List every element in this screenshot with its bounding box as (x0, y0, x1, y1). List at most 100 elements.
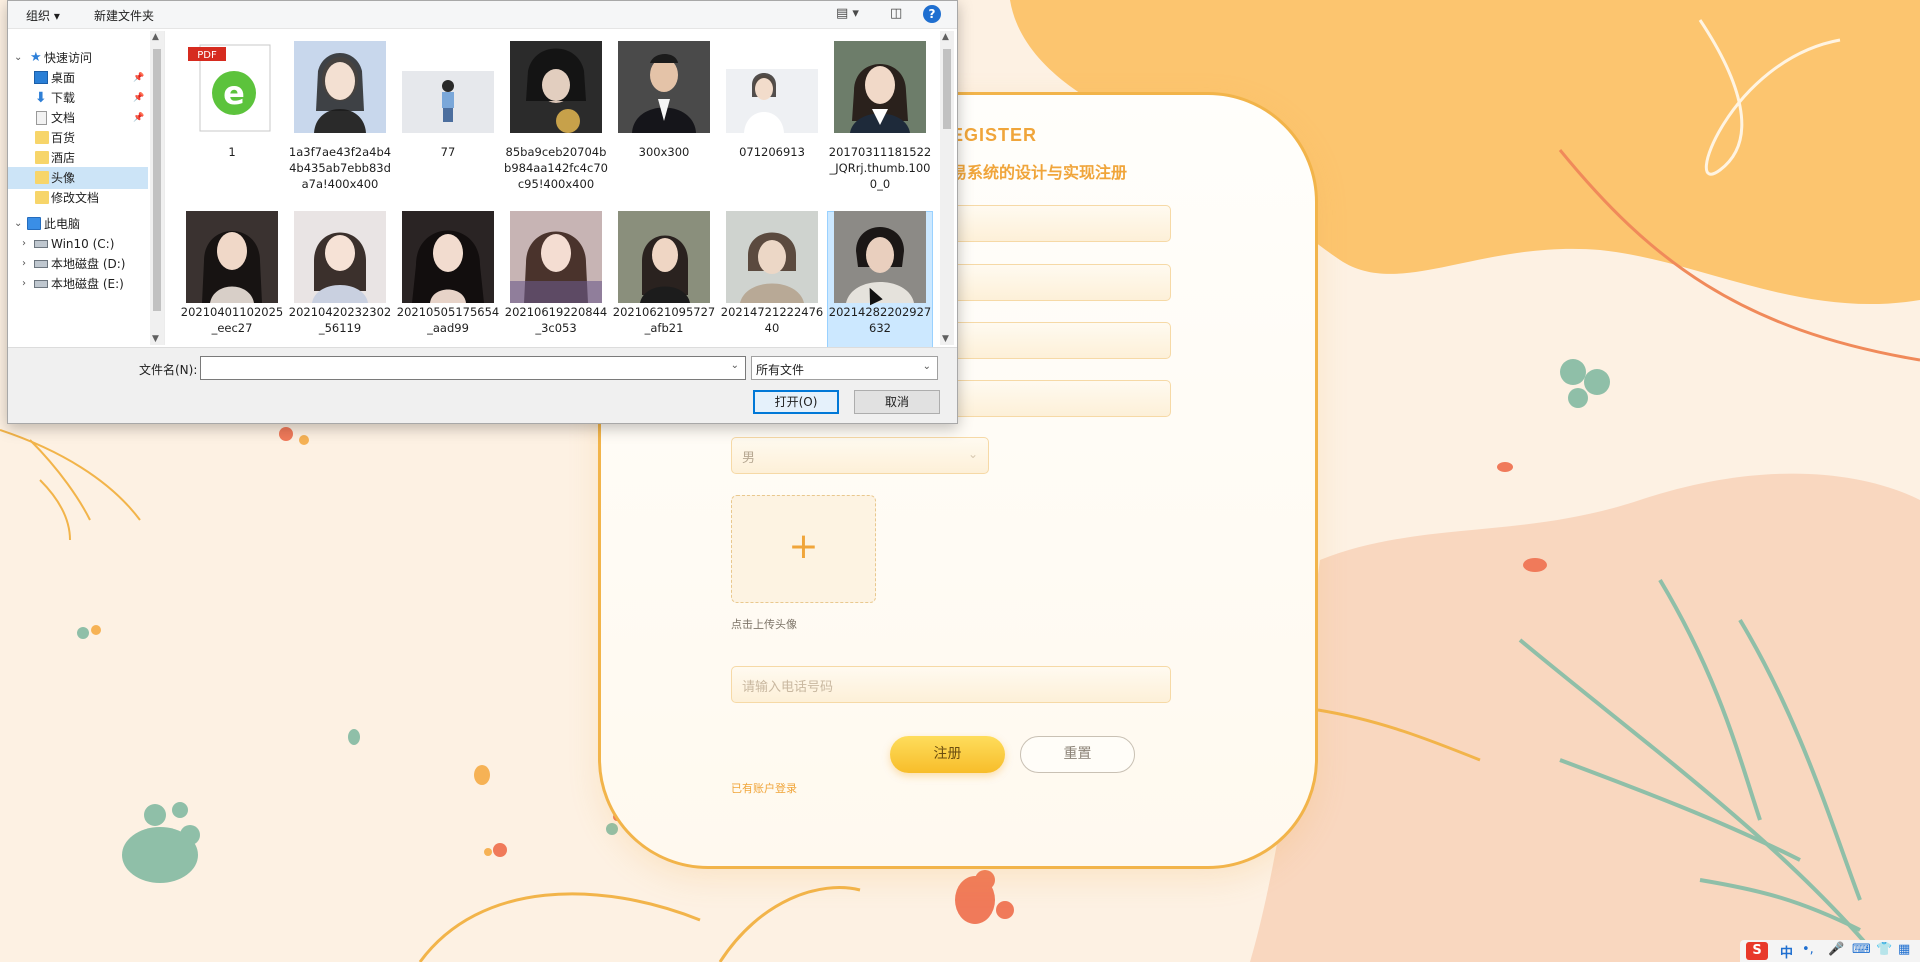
photo-thumbnail (834, 41, 926, 133)
nav-label: 此电脑 (44, 217, 81, 231)
folder-icon (35, 171, 49, 184)
pin-icon: 📌 (133, 93, 145, 103)
scroll-up-icon[interactable]: ▲ (152, 32, 159, 42)
preview-pane-icon[interactable]: ◫ (890, 6, 902, 21)
plus-icon: + (788, 526, 819, 567)
cancel-button[interactable]: 取消 (854, 390, 940, 414)
nav-item-avatar[interactable]: 头像 (8, 167, 148, 189)
toolbox-grid-icon[interactable]: ▦ (1898, 942, 1910, 957)
ime-tray: S 中 •, 🎤 ⌨ 👕 ▦ (1740, 940, 1920, 962)
nav-label: 桌面 (51, 71, 76, 85)
chevron-right-icon: › (22, 238, 26, 249)
chevron-down-icon: ⌄ (14, 52, 23, 63)
nav-label: 下载 (51, 91, 76, 105)
card-subtitle: 易系统的设计与实现注册 (951, 163, 1128, 182)
scroll-thumb[interactable] (153, 49, 161, 311)
file-type-select[interactable]: 所有文件 ⌄ (751, 356, 938, 380)
photo-thumbnail (294, 41, 386, 133)
file-name: 20170311181522_JQRrj.thumb.1000_0 (828, 145, 932, 191)
photo-thumbnail (726, 211, 818, 303)
nav-item-edit-docs[interactable]: 修改文档 (8, 187, 148, 209)
nav-label: Win10 (C:) (51, 237, 115, 251)
nav-label: 本地磁盘 (D:) (51, 257, 126, 271)
photo-thumbnail (186, 211, 278, 303)
punctuation-icon[interactable]: •, (1802, 942, 1814, 957)
ie-file-icon: e PDF (188, 44, 271, 132)
nav-drive-e[interactable]: › 本地磁盘 (E:) (8, 273, 148, 295)
photo-thumbnail (834, 211, 926, 303)
dialog-footer: 文件名(N): ⌄ 所有文件 ⌄ 打开(O) 取消 (8, 347, 957, 423)
ime-mode-toggle[interactable]: 中 (1780, 942, 1793, 961)
organize-menu[interactable]: 组织 ▾ (26, 7, 60, 24)
view-options-icon[interactable]: ▤ ▾ (836, 6, 859, 21)
new-folder-button[interactable]: 新建文件夹 (94, 7, 154, 24)
phone-field[interactable]: 请输入电话号码 (731, 666, 1171, 703)
filename-label: 文件名(N): (139, 363, 198, 377)
open-button[interactable]: 打开(O) (753, 390, 839, 414)
folder-icon (35, 191, 49, 204)
nav-item-baihuo[interactable]: 百货 (8, 127, 148, 149)
file-grid: e PDF 1 1a3f7ae43f2a4b44b435ab7ebb83da7a… (178, 31, 938, 353)
nav-item-desktop[interactable]: 桌面 📌 (8, 67, 148, 89)
filename-input[interactable]: ⌄ (200, 356, 746, 380)
scroll-down-icon[interactable]: ▼ (152, 334, 159, 344)
file-name: 20210505175654_aad99 (396, 305, 500, 335)
chevron-down-icon: ⌄ (967, 447, 978, 461)
computer-icon (27, 217, 41, 230)
nav-item-documents[interactable]: 文档 📌 (8, 107, 148, 129)
nav-quick-access[interactable]: ⌄ ★ 快速访问 (8, 47, 148, 69)
file-name: 77 (440, 145, 456, 159)
register-button[interactable]: 注册 (890, 736, 1005, 773)
drive-icon (34, 280, 48, 288)
chevron-right-icon: › (22, 258, 26, 269)
file-name: 300x300 (638, 145, 690, 159)
nav-scrollbar[interactable]: ▲ ▼ (150, 31, 164, 345)
pin-icon: 📌 (133, 113, 145, 123)
chevron-right-icon: › (22, 278, 26, 289)
login-link[interactable]: 已有账户登录 (731, 780, 797, 796)
pdf-badge: PDF (197, 50, 217, 61)
keyboard-icon[interactable]: ⌨ (1852, 942, 1871, 957)
card-title: EGISTER (951, 125, 1038, 145)
avatar-upload[interactable]: + (731, 495, 876, 603)
gender-value: 男 (742, 451, 756, 466)
upload-hint: 点击上传头像 (731, 618, 797, 631)
nav-label: 文档 (51, 111, 76, 125)
chevron-down-icon: ⌄ (922, 361, 931, 372)
file-name: 20210401102025_eec27 (180, 305, 284, 335)
file-name: 1a3f7ae43f2a4b44b435ab7ebb83da7a!400x400 (288, 145, 392, 191)
nav-drive-d[interactable]: › 本地磁盘 (D:) (8, 253, 148, 275)
microphone-icon[interactable]: 🎤 (1828, 942, 1844, 957)
files-scrollbar[interactable]: ▲ ▼ (940, 31, 954, 345)
nav-item-downloads[interactable]: ⬇ 下载 📌 (8, 87, 148, 109)
scroll-thumb[interactable] (943, 49, 951, 129)
nav-label: 酒店 (51, 151, 76, 165)
nav-label: 本地磁盘 (E:) (51, 277, 124, 291)
nav-item-hotel[interactable]: 酒店 (8, 147, 148, 169)
nav-drive-c[interactable]: › Win10 (C:) (8, 233, 148, 255)
scroll-up-icon[interactable]: ▲ (942, 32, 949, 42)
file-name: 1 (228, 145, 236, 159)
nav-label: 快速访问 (44, 51, 93, 65)
file-name: 85ba9ceb20704bb984aa142fc4c70c95!400x400 (504, 145, 608, 191)
photo-thumbnail (618, 41, 710, 133)
document-icon (36, 111, 47, 125)
reset-button[interactable]: 重置 (1020, 736, 1135, 773)
dialog-toolbar: 组织 ▾ 新建文件夹 ▤ ▾ ◫ ? (8, 1, 957, 29)
folder-icon (35, 151, 49, 164)
help-icon[interactable]: ? (923, 5, 941, 23)
photo-thumbnail (510, 211, 602, 303)
chevron-down-icon[interactable]: ⌄ (731, 360, 739, 371)
sogou-ime-icon[interactable]: S (1746, 942, 1768, 960)
pin-icon: 📌 (133, 73, 145, 83)
navigation-pane: ⌄ ★ 快速访问 桌面 📌 ⬇ 下载 📌 文档 📌 百货 酒店 头像 修改文档 … (8, 31, 165, 345)
nav-this-pc[interactable]: ⌄ 此电脑 (8, 213, 148, 235)
photo-thumbnail (510, 41, 602, 133)
gender-select[interactable]: 男 ⌄ (731, 437, 989, 474)
skin-icon[interactable]: 👕 (1876, 942, 1892, 957)
scroll-down-icon[interactable]: ▼ (942, 334, 949, 344)
svg-text:e: e (223, 74, 245, 112)
file-open-dialog: 组织 ▾ 新建文件夹 ▤ ▾ ◫ ? ⌄ ★ 快速访问 桌面 📌 ⬇ 下载 📌 … (7, 0, 958, 424)
photo-thumbnail (294, 211, 386, 303)
star-icon: ★ (30, 50, 42, 65)
